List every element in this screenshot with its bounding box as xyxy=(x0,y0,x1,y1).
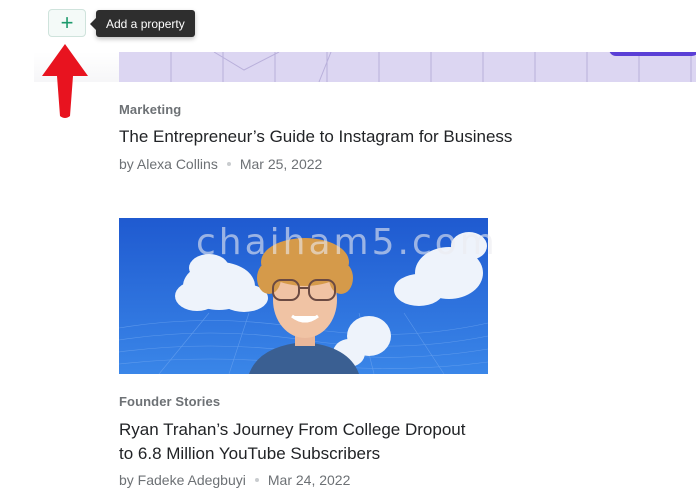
article-title-line-2[interactable]: to 6.8 Million YouTube Subscribers xyxy=(119,442,380,466)
article-title-line-1[interactable]: Ryan Trahan’s Journey From College Dropo… xyxy=(119,418,465,442)
article-author[interactable]: by Alexa Collins xyxy=(119,156,218,172)
plus-icon: + xyxy=(60,10,74,35)
red-arrow-up-icon xyxy=(42,44,88,118)
article-image-top[interactable] xyxy=(119,52,696,82)
article-title[interactable]: The Entrepreneur’s Guide to Instagram fo… xyxy=(119,125,512,149)
article-category[interactable]: Founder Stories xyxy=(119,394,220,409)
article-category[interactable]: Marketing xyxy=(119,102,181,117)
tooltip: Add a property xyxy=(90,10,195,37)
article-meta: by Alexa Collins Mar 25, 2022 xyxy=(119,156,322,172)
separator-dot xyxy=(226,162,231,166)
article-author[interactable]: by Fadeke Adegbuyi xyxy=(119,472,246,488)
article-date: Mar 25, 2022 xyxy=(239,156,323,172)
article-meta: by Fadeke Adegbuyi Mar 24, 2022 xyxy=(119,472,350,488)
article-image-hero[interactable] xyxy=(119,218,488,374)
top-toolbar: + Add a property xyxy=(0,0,696,52)
article-date: Mar 24, 2022 xyxy=(267,472,351,488)
add-property-button[interactable]: + xyxy=(48,9,86,37)
separator-dot xyxy=(254,478,259,482)
tooltip-text: Add a property xyxy=(106,16,185,31)
